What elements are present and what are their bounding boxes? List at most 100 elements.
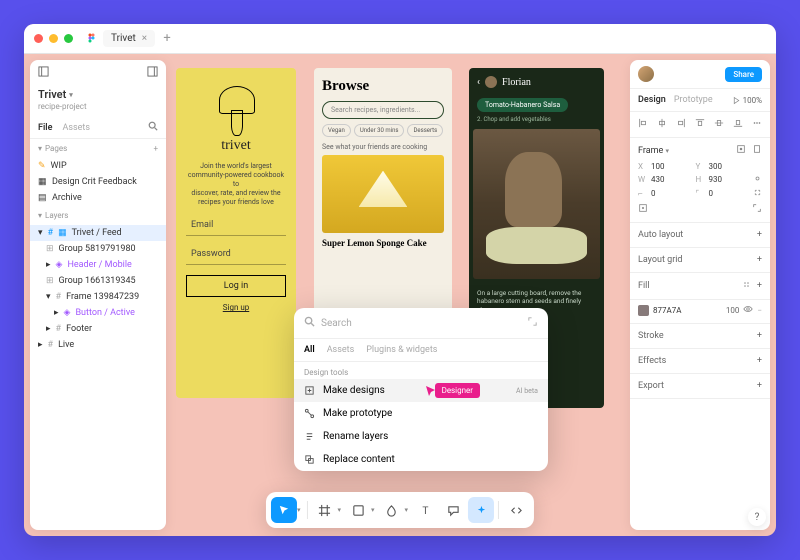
expand-frame-icon[interactable] (752, 203, 762, 216)
layer-group-1[interactable]: ⊞Group 5819791980 (30, 241, 166, 257)
align-hcenter-icon[interactable] (657, 118, 667, 131)
chip-desserts[interactable]: Desserts (407, 124, 443, 137)
action-replace-content[interactable]: Replace content (294, 448, 548, 471)
dim-rotation[interactable]: 0 (651, 189, 656, 198)
file-tab[interactable]: Trivet × (103, 30, 155, 47)
tab-all[interactable]: All (304, 345, 315, 355)
page-wip[interactable]: ✎WIP (30, 158, 166, 174)
pages-section-header[interactable]: ▾Pages + (30, 139, 166, 158)
tab-prototype[interactable]: Prototype (674, 95, 713, 105)
dev-mode-toggle[interactable] (503, 497, 529, 523)
styles-icon[interactable] (742, 280, 751, 292)
close-window-button[interactable] (34, 34, 43, 43)
panel-layout-icon[interactable] (147, 66, 158, 80)
tab-plugins[interactable]: Plugins & widgets (366, 345, 437, 355)
fill-swatch[interactable] (638, 305, 649, 316)
tab-file[interactable]: File (38, 123, 52, 133)
tab-design[interactable]: Design (638, 95, 666, 105)
layer-header-mobile[interactable]: ▸◈Header / Mobile (30, 257, 166, 273)
artboard-browse[interactable]: Browse Search recipes, ingredients... Ve… (314, 68, 452, 318)
layer-frame[interactable]: ▾#Frame 139847239 (30, 289, 166, 305)
align-right-icon[interactable] (676, 118, 686, 131)
layer-live[interactable]: ▸#Live (30, 337, 166, 353)
text-tool[interactable]: T (412, 497, 438, 523)
corners-icon[interactable] (753, 188, 762, 199)
section-layout-grid[interactable]: Layout grid+ (630, 248, 770, 273)
zoom-window-button[interactable] (64, 34, 73, 43)
layer-group-2[interactable]: ⊞Group 1661319345 (30, 273, 166, 289)
close-tab-icon[interactable]: × (142, 33, 147, 44)
expand-icon[interactable] (527, 316, 538, 330)
project-title[interactable]: Trivet▾ (38, 88, 158, 101)
constrain-icon[interactable] (753, 174, 762, 185)
brand-logo: trivet (186, 138, 286, 154)
dim-w[interactable]: 430 (651, 175, 665, 184)
password-field[interactable]: Password (186, 244, 286, 265)
recipe-search-input[interactable]: Search recipes, ingredients... (322, 101, 444, 119)
login-button[interactable]: Log in (186, 275, 286, 297)
chip-vegan[interactable]: Vegan (322, 124, 351, 137)
page-archive[interactable]: ▤Archive (30, 190, 166, 206)
orientation-icon[interactable] (752, 144, 762, 157)
section-export[interactable]: Export+ (630, 374, 770, 399)
dim-y[interactable]: 300 (709, 162, 723, 171)
search-icon[interactable] (148, 121, 158, 134)
align-bottom-icon[interactable] (733, 118, 743, 131)
alignment-controls (630, 112, 770, 138)
section-fill[interactable]: Fill+ (630, 273, 770, 300)
layer-footer[interactable]: ▸#Footer (30, 321, 166, 337)
frame-tool[interactable] (311, 497, 337, 523)
email-field[interactable]: Email (186, 215, 286, 236)
left-panel: Trivet▾ recipe-project File Assets ▾Page… (30, 60, 166, 530)
mushroom-illustration (211, 86, 261, 136)
actions-panel: Search All Assets Plugins & widgets Desi… (294, 308, 548, 471)
comment-tool[interactable] (440, 497, 466, 523)
cooking-photo (473, 129, 600, 279)
align-top-icon[interactable] (695, 118, 705, 131)
zoom-control[interactable]: 100% (732, 96, 762, 105)
frame-dropdown[interactable]: Frame ▾ (638, 146, 669, 156)
dim-h[interactable]: 930 (709, 175, 723, 184)
action-rename-layers[interactable]: Rename layers (294, 425, 548, 448)
artboard-login[interactable]: trivet Join the world's largest communit… (176, 68, 296, 398)
pen-tool[interactable] (379, 497, 405, 523)
clip-content-icon[interactable] (638, 203, 648, 216)
figma-logo-icon (86, 29, 98, 48)
actions-tool[interactable] (468, 497, 494, 523)
panel-menu-icon[interactable] (38, 66, 49, 80)
dim-radius[interactable]: 0 (709, 189, 714, 198)
back-icon[interactable]: ‹ (477, 77, 480, 88)
add-page-icon[interactable]: + (153, 144, 158, 153)
align-vcenter-icon[interactable] (714, 118, 724, 131)
dim-x[interactable]: 100 (651, 162, 665, 171)
help-button[interactable]: ? (748, 508, 766, 526)
action-make-designs[interactable]: Make designs AI beta Designer (294, 379, 548, 402)
new-tab-button[interactable]: + (160, 32, 174, 46)
fill-opacity[interactable]: 100 (726, 306, 740, 315)
chip-time[interactable]: Under 30 mins (354, 124, 405, 137)
move-tool[interactable] (271, 497, 297, 523)
visibility-icon[interactable] (743, 304, 753, 316)
align-more-icon[interactable] (752, 118, 762, 131)
layer-trivet-feed[interactable]: ▾#▦Trivet / Feed (30, 225, 166, 241)
tab-assets[interactable]: Assets (62, 123, 90, 133)
align-left-icon[interactable] (638, 118, 648, 131)
search-input[interactable]: Search (321, 318, 352, 329)
tab-assets[interactable]: Assets (327, 345, 355, 355)
resize-icon[interactable] (736, 144, 746, 157)
section-auto-layout[interactable]: Auto layout+ (630, 223, 770, 248)
minimize-window-button[interactable] (49, 34, 58, 43)
section-effects[interactable]: Effects+ (630, 349, 770, 374)
page-design-crit[interactable]: ▦Design Crit Feedback (30, 174, 166, 190)
section-stroke[interactable]: Stroke+ (630, 324, 770, 349)
marketing-copy: Join the world's largest community-power… (186, 162, 286, 207)
action-make-prototype[interactable]: Make prototype (294, 402, 548, 425)
remove-fill-icon[interactable]: − (757, 306, 762, 315)
shape-tool[interactable] (345, 497, 371, 523)
signup-link[interactable]: Sign up (186, 303, 286, 312)
user-avatar[interactable] (638, 66, 654, 82)
layer-button-active[interactable]: ▸◈Button / Active (30, 305, 166, 321)
share-button[interactable]: Share (725, 67, 762, 82)
layers-section-header[interactable]: ▾Layers (30, 206, 166, 225)
fill-hex[interactable]: 877A7A (653, 306, 681, 315)
